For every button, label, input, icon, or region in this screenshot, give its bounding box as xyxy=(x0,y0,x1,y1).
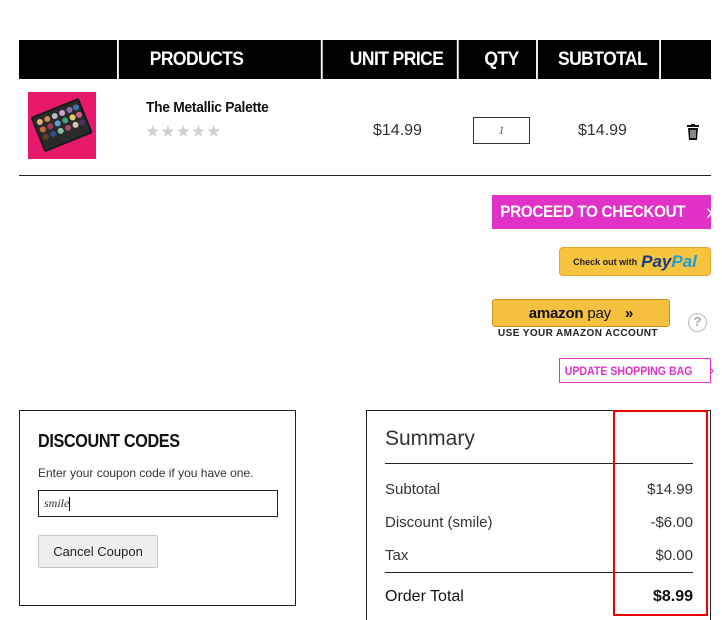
product-name[interactable]: The Metallic Palette xyxy=(146,99,269,116)
header-subtotal: SUBTOTAL xyxy=(546,40,661,79)
coupon-code-value: smile xyxy=(44,496,70,510)
unit-price: $14.99 xyxy=(373,122,422,139)
help-icon[interactable]: ? xyxy=(688,313,707,332)
amazon-pay-subtitle: USE YOUR AMAZON ACCOUNT xyxy=(498,328,658,339)
header-products: PRODUCTS xyxy=(131,40,323,79)
discount-hint: Enter your coupon code if you have one. xyxy=(38,466,254,480)
paypal-logo-pay: Pay xyxy=(641,251,672,271)
header-remove-col xyxy=(668,40,709,79)
quantity-input[interactable]: 1 xyxy=(473,117,530,144)
discount-title: DISCOUNT CODES xyxy=(38,431,180,451)
proceed-to-checkout-button[interactable]: PROCEED TO CHECKOUT › xyxy=(492,195,713,229)
summary-title: Summary xyxy=(385,427,475,450)
checkout-label: PROCEED TO CHECKOUT xyxy=(500,202,686,221)
cancel-coupon-button[interactable]: Cancel Coupon xyxy=(38,535,158,568)
coupon-code-input[interactable]: smile xyxy=(38,490,278,517)
update-shopping-bag-button[interactable]: UPDATE SHOPPING BAG › xyxy=(559,358,715,383)
rating-stars: ★★★★★ xyxy=(145,122,222,142)
amazon-pay-logo: amazon pay xyxy=(529,305,611,322)
double-chevron-icon: » xyxy=(624,304,634,322)
header-image-col xyxy=(23,40,119,79)
amazon-pay-word: pay xyxy=(583,304,611,322)
subtotal-label: Subtotal xyxy=(385,481,441,498)
order-total-label: Order Total xyxy=(385,588,464,605)
paypal-logo-pal: Pal xyxy=(671,251,697,271)
update-bag-label: UPDATE SHOPPING BAG xyxy=(564,363,693,378)
discount-codes-panel: DISCOUNT CODES Enter your coupon code if… xyxy=(19,410,296,606)
amazon-brand: amazon xyxy=(528,304,584,322)
product-thumbnail[interactable] xyxy=(28,92,96,159)
amazon-pay-button[interactable]: amazon pay » xyxy=(492,299,670,327)
text-caret xyxy=(69,497,71,512)
paypal-prefix: Check out with xyxy=(573,256,638,267)
cart-table-header: PRODUCTS UNIT PRICE QTY SUBTOTAL xyxy=(19,40,711,79)
annotation-highlight-box xyxy=(613,410,708,616)
line-subtotal: $14.99 xyxy=(578,122,627,139)
trash-icon[interactable] xyxy=(686,124,700,145)
tax-label: Tax xyxy=(385,547,409,564)
chevron-right-icon: › xyxy=(708,361,715,379)
header-unit-price: UNIT PRICE xyxy=(336,40,459,79)
discount-label: Discount (smile) xyxy=(385,514,493,531)
chevron-right-icon: › xyxy=(705,199,713,224)
row-divider xyxy=(19,175,711,176)
paypal-checkout-button[interactable]: Check out with Pay Pal xyxy=(559,247,711,276)
header-qty: QTY xyxy=(467,40,538,79)
